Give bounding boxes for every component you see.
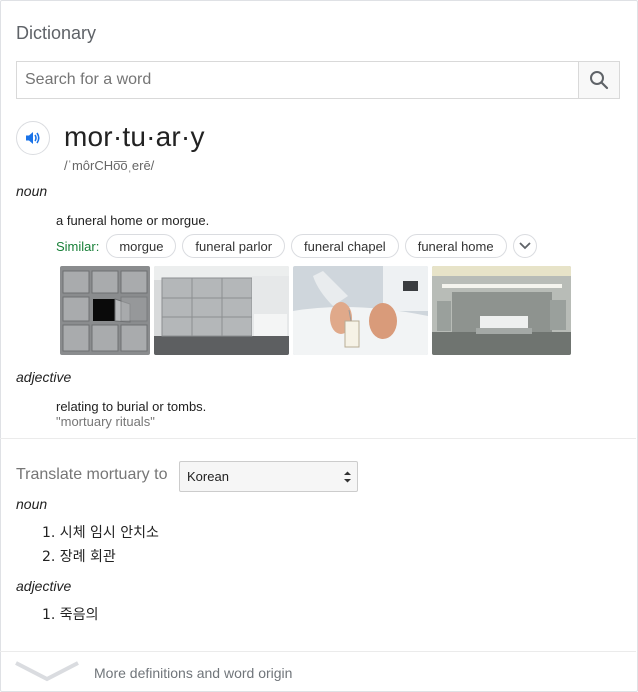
search-icon [590,71,609,90]
language-select-value: Korean [187,469,229,484]
translate-label: Translate mortuary to [16,466,168,483]
image-strip [60,266,575,355]
adjective-definition: relating to burial or tombs. [56,399,207,414]
select-arrows-icon [344,471,351,483]
image-morgue-cabinets[interactable] [154,266,289,355]
expand-similar-button[interactable] [512,234,537,258]
search-button[interactable] [578,62,619,98]
similar-words-row: Similar: morgue funeral parlor funeral c… [56,234,537,258]
translation-adjective-item: 1. 죽음의 [42,607,99,623]
chevron-down-icon [15,661,79,682]
more-definitions-label: More definitions and word origin [94,665,293,681]
section-divider [0,438,636,439]
speaker-icon [26,132,40,144]
similar-label: Similar: [56,238,100,254]
pronunciation-button[interactable] [16,121,50,155]
search-input[interactable] [17,62,578,98]
more-definitions-button[interactable]: More definitions and word origin [0,652,636,690]
part-of-speech-noun: noun [16,183,48,199]
headword: mor·tu·ar·y [64,121,205,152]
chevron-down-icon [518,242,531,250]
adjective-example: "mortuary rituals" [56,414,155,429]
similar-chip-funeral-parlor[interactable]: funeral parlor [182,234,286,258]
translation-noun-item: 2. 장례 회관 [42,549,116,565]
dictionary-title: Dictionary [16,23,97,43]
similar-chip-funeral-chapel[interactable]: funeral chapel [291,234,399,258]
translation-adjective-pos: adjective [16,578,72,594]
noun-definition: a funeral home or morgue. [56,213,210,228]
similar-chip-funeral-home[interactable]: funeral home [404,234,507,258]
image-morgue-drawers[interactable] [60,266,150,355]
phonetic-spelling: /ˈmôrCHo͞oˌerē/ [64,158,155,173]
part-of-speech-adjective: adjective [16,369,72,385]
translation-noun-pos: noun [16,496,48,512]
image-toe-tag[interactable] [293,266,428,355]
image-autopsy-room[interactable] [432,266,571,355]
similar-chip-morgue[interactable]: morgue [106,234,177,258]
search-bar [16,61,620,99]
translation-noun-item: 1. 시체 임시 안치소 [42,525,159,541]
language-select[interactable]: Korean [179,461,358,492]
